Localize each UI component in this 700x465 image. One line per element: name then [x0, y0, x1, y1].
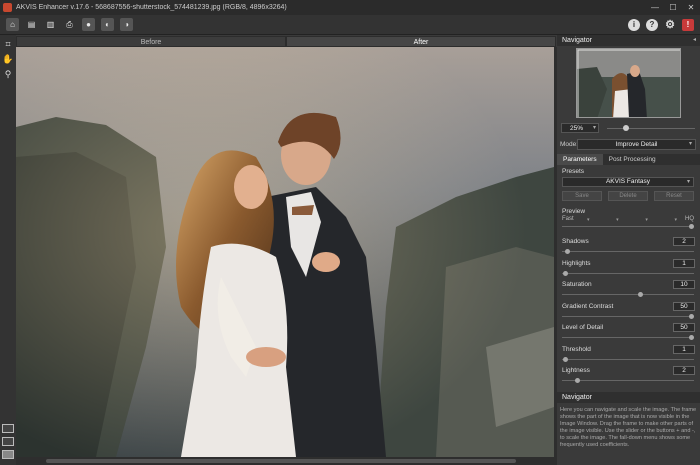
preview-label: Preview: [562, 208, 586, 215]
param-slider-knob[interactable]: [689, 313, 694, 319]
tab-after[interactable]: After: [286, 36, 556, 47]
param-value-field[interactable]: 1: [673, 344, 695, 354]
param-slider-knob[interactable]: [565, 249, 570, 254]
crop-tool-icon[interactable]: ⌗: [0, 37, 16, 52]
settings-panel: Navigator ◂ 25% Mode: Improve Detail Par…: [557, 35, 700, 465]
batch-icon[interactable]: ●: [82, 18, 95, 31]
param-label: Threshold: [562, 345, 591, 353]
preview-fast-label: Fast: [562, 216, 574, 222]
zoom-tool-icon[interactable]: ⚲: [0, 67, 16, 82]
param-value-field[interactable]: 2: [673, 237, 695, 246]
maximize-button[interactable]: ☐: [664, 0, 682, 15]
param-slider[interactable]: [562, 313, 694, 319]
view-single-icon[interactable]: [2, 424, 14, 433]
help-text: Here you can navigate and scale the imag…: [560, 407, 697, 448]
image-canvas[interactable]: [16, 47, 554, 457]
param-slider-knob[interactable]: [563, 356, 568, 362]
notifications-icon[interactable]: !: [682, 18, 694, 31]
horizontal-scrollbar[interactable]: [16, 457, 554, 465]
navigator-header: Navigator ◂: [557, 35, 700, 46]
main-toolbar: ⌂ ▤ ▥ ⎙ ● ◐ ◑ i ? ⚙ !: [0, 15, 700, 35]
param-value-field[interactable]: 10: [673, 280, 695, 289]
home-icon[interactable]: ⌂: [6, 18, 19, 31]
view-split-icon[interactable]: [2, 437, 14, 446]
preview-slider-knob[interactable]: [689, 224, 694, 229]
horizontal-scroll-thumb[interactable]: [46, 459, 516, 463]
param-label: Lightness: [562, 367, 590, 374]
minimize-button[interactable]: —: [646, 0, 664, 15]
navigator-thumbnail[interactable]: [576, 48, 681, 118]
param-label: Gradient Contrast: [562, 302, 614, 310]
save-file-icon[interactable]: ▥: [44, 18, 57, 31]
close-button[interactable]: ✕: [682, 0, 700, 15]
param-label: Shadows: [562, 238, 589, 245]
tab-before[interactable]: Before: [16, 36, 286, 47]
share-icon[interactable]: ◐: [101, 18, 114, 31]
preset-buttons: Save Delete Reset: [562, 191, 694, 201]
panel-pin-icon[interactable]: ◂: [693, 35, 696, 46]
settings-gear-icon[interactable]: ⚙: [664, 19, 676, 31]
param-slider[interactable]: [562, 378, 694, 383]
parameter-tabs: Parameters Post Processing: [557, 154, 700, 165]
tab-post-processing[interactable]: Post Processing: [603, 154, 662, 165]
navigator-header-label: Navigator: [562, 37, 592, 44]
param-value-field[interactable]: 1: [673, 258, 695, 268]
preview-ticks: ▾ ▾ ▾ ▾: [587, 217, 677, 223]
save-preset-button[interactable]: Save: [562, 191, 602, 201]
param-label: Level of Detail: [562, 324, 604, 331]
param-label: Highlights: [562, 259, 591, 267]
param-slider-knob[interactable]: [689, 335, 694, 340]
view-tabs: Before After: [16, 36, 556, 47]
help-header-label: Navigator: [562, 394, 592, 401]
preview-hq-label: HQ: [685, 216, 694, 222]
plugin-icon[interactable]: ◑: [120, 18, 133, 31]
info-icon[interactable]: i: [628, 18, 640, 31]
reset-preset-button[interactable]: Reset: [654, 191, 694, 201]
param-slider[interactable]: [562, 335, 694, 340]
param-slider[interactable]: [562, 270, 694, 276]
param-slider-knob[interactable]: [575, 378, 580, 383]
param-value-field[interactable]: 2: [673, 366, 695, 375]
param-slider[interactable]: [562, 292, 694, 297]
param-value-field[interactable]: 50: [673, 323, 695, 332]
navigator-preview-image: [577, 49, 680, 117]
left-toolbar: ⌗ ✋ ⚲: [0, 35, 16, 465]
zoom-select[interactable]: 25%: [561, 123, 599, 133]
open-file-icon[interactable]: ▤: [25, 18, 38, 31]
zoom-slider[interactable]: [607, 125, 695, 131]
presets-select[interactable]: AKVIS Fantasy: [562, 177, 694, 187]
photo-couple-kissing: [16, 47, 554, 457]
help-header: Navigator: [557, 392, 700, 403]
param-slider-knob[interactable]: [638, 292, 643, 297]
window-title: AKVIS Enhancer v.17.6 - 568687556-shutte…: [16, 4, 287, 11]
presets-label: Presets: [562, 168, 585, 175]
tab-parameters[interactable]: Parameters: [557, 154, 603, 165]
view-compare-icon[interactable]: [2, 450, 14, 459]
preview-slider[interactable]: [562, 224, 694, 229]
print-icon[interactable]: ⎙: [63, 18, 76, 31]
param-slider-knob[interactable]: [563, 270, 568, 276]
param-value-field[interactable]: 50: [673, 301, 695, 311]
mode-select[interactable]: Improve Detail: [577, 139, 696, 150]
delete-preset-button[interactable]: Delete: [608, 191, 648, 201]
param-label: Saturation: [562, 281, 592, 288]
hand-tool-icon[interactable]: ✋: [0, 52, 16, 67]
param-slider[interactable]: [562, 249, 694, 254]
help-icon[interactable]: ?: [646, 18, 658, 31]
zoom-slider-knob[interactable]: [623, 125, 629, 131]
app-logo-icon: [3, 3, 12, 12]
param-slider[interactable]: [562, 356, 694, 362]
mode-label: Mode:: [560, 141, 579, 148]
title-bar: AKVIS Enhancer v.17.6 - 568687556-shutte…: [0, 0, 700, 15]
